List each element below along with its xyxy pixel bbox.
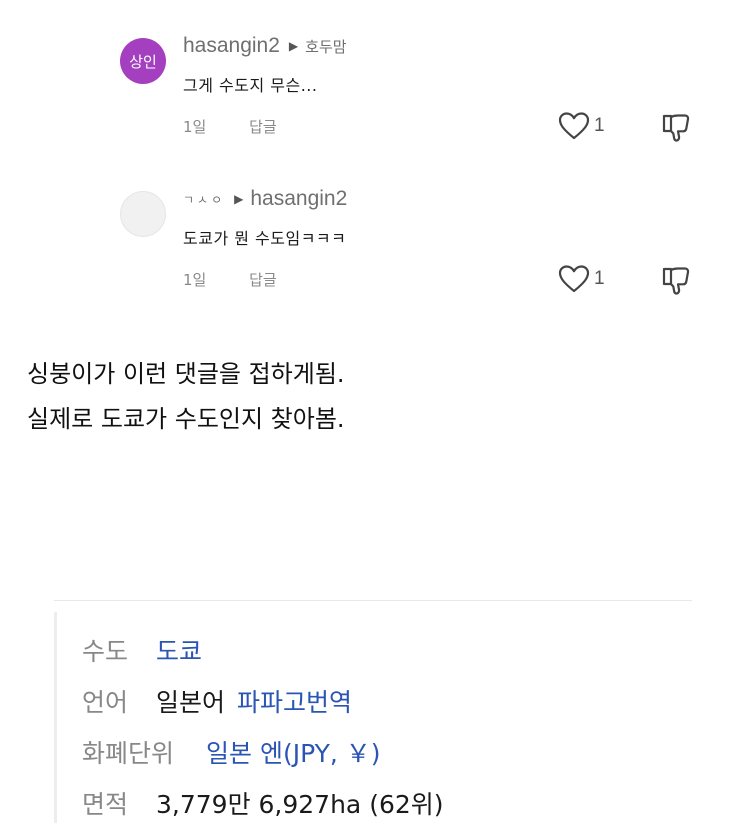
info-row-capital: 수도 도쿄	[82, 636, 444, 666]
narration-line: 싱붕이가 이런 댓글을 접하게됨.	[27, 360, 345, 388]
reply-target-username[interactable]: 호두맘	[305, 36, 346, 57]
comment-time: 1일	[183, 118, 207, 136]
capital-label: 수도	[82, 637, 129, 666]
reply-button[interactable]: 답글	[249, 118, 277, 136]
like-count: 1	[594, 115, 605, 136]
area-label: 면적	[82, 790, 129, 819]
comment-header: hasangin2 ▶ 호두맘	[183, 34, 347, 58]
panel-left-border	[54, 612, 57, 823]
currency-link[interactable]: 일본 엔(JPY, ￥)	[206, 734, 381, 770]
capital-link[interactable]: 도쿄	[156, 632, 202, 668]
comment-meta: 1일 답글	[183, 116, 277, 137]
dislike-button[interactable]	[660, 112, 692, 144]
comment-text: 도쿄가 뭔 수도임ㅋㅋㅋ	[183, 229, 347, 248]
like-count: 1	[594, 268, 605, 289]
narration-text: 싱붕이가 이런 댓글을 접하게됨. 실제로 도쿄가 수도인지 찾아봄.	[27, 352, 727, 442]
info-row-area: 면적 3,779만 6,927ha (62위)	[82, 789, 444, 819]
comment-meta: 1일 답글	[183, 269, 277, 290]
dislike-button[interactable]	[660, 265, 692, 297]
comment-time: 1일	[183, 271, 207, 289]
avatar-text: 상인	[129, 52, 157, 71]
divider	[54, 600, 692, 601]
info-row-language: 언어 일본어 파파고번역	[82, 687, 444, 717]
thumbs-down-icon	[662, 267, 690, 295]
area-value: 3,779만 6,927ha (62위)	[156, 790, 444, 819]
language-value: 일본어	[156, 688, 226, 717]
heart-outline-icon	[558, 112, 590, 140]
info-row-currency: 화폐단위 일본 엔(JPY, ￥)	[82, 738, 444, 768]
reply-target-username[interactable]: hasangin2	[250, 187, 347, 211]
papago-translate-link[interactable]: 파파고번역	[237, 683, 352, 719]
like-button[interactable]: 1	[558, 112, 605, 140]
currency-label: 화폐단위	[82, 739, 175, 768]
comment-username[interactable]: ㄱㅅㅇ	[183, 191, 225, 208]
like-button[interactable]: 1	[558, 265, 605, 293]
comment-username[interactable]: hasangin2	[183, 34, 280, 58]
avatar[interactable]	[120, 191, 166, 237]
reply-arrow-icon: ▶	[288, 39, 299, 53]
country-info-panel: 수도 도쿄 언어 일본어 파파고번역 화폐단위 일본 엔(JPY, ￥) 면적 …	[32, 600, 692, 823]
language-label: 언어	[82, 688, 129, 717]
reply-arrow-icon: ▶	[234, 192, 244, 206]
thumbs-down-icon	[662, 114, 690, 142]
avatar[interactable]: 상인	[120, 38, 166, 84]
comment-header: ㄱㅅㅇ ▶ hasangin2	[183, 187, 347, 211]
reply-button[interactable]: 답글	[249, 271, 277, 289]
heart-outline-icon	[558, 265, 590, 293]
info-rows: 수도 도쿄 언어 일본어 파파고번역 화폐단위 일본 엔(JPY, ￥) 면적 …	[82, 636, 444, 840]
comment-text: 그게 수도지 무슨...	[183, 76, 318, 95]
narration-line: 실제로 도쿄가 수도인지 찾아봄.	[27, 405, 345, 433]
